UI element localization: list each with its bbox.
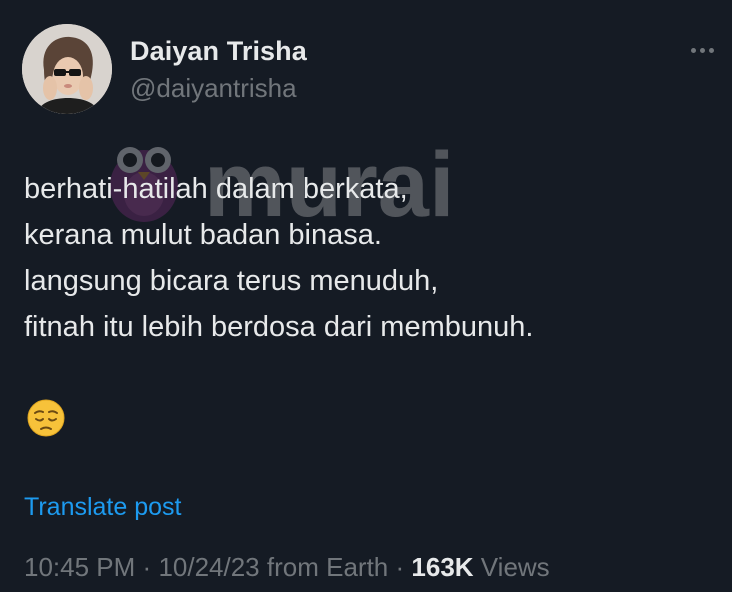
post-line: kerana mulut badan binasa. (24, 219, 382, 251)
meta-separator: · (142, 552, 152, 582)
post-line: langsung bicara terus menuduh, (24, 265, 439, 297)
avatar[interactable] (22, 24, 112, 114)
post-card: Daiyan Trisha @daiyantrisha murai berhat… (0, 0, 732, 592)
post-text: berhati-hatilah dalam berkata, kerana mu… (24, 166, 533, 350)
post-meta: 10:45 PM · 10/24/23 from Earth · 163K Vi… (24, 552, 550, 583)
more-dot (708, 47, 714, 53)
post-date[interactable]: 10/24/23 (158, 552, 259, 582)
post-time[interactable]: 10:45 PM (24, 552, 135, 582)
views-count[interactable]: 163K (411, 552, 473, 582)
user-handle[interactable]: @daiyantrisha (130, 73, 297, 104)
pensive-face-emoji-icon (27, 399, 65, 437)
translate-post-link[interactable]: Translate post (24, 493, 181, 522)
profile-photo-icon (22, 24, 112, 114)
meta-separator: · (395, 552, 405, 582)
more-dot (690, 47, 696, 53)
views-label[interactable]: Views (481, 552, 550, 582)
more-options-icon[interactable] (684, 36, 720, 64)
more-dot (699, 47, 705, 53)
post-line: fitnah itu lebih berdosa dari membunuh. (24, 311, 534, 343)
post-location: from Earth (266, 552, 389, 582)
post-line: berhati-hatilah dalam berkata, (24, 173, 408, 205)
display-name[interactable]: Daiyan Trisha (130, 36, 307, 67)
